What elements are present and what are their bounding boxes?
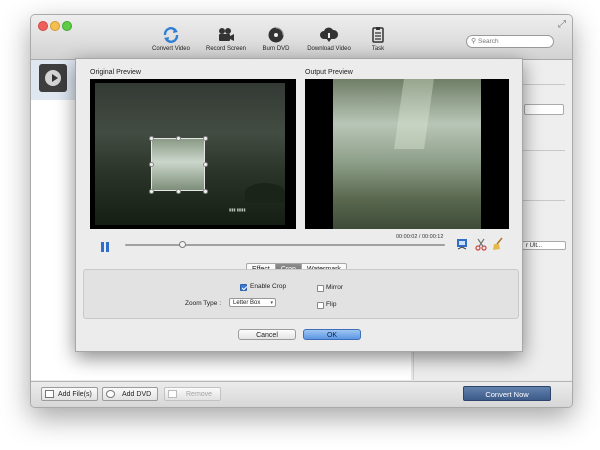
add-files-button[interactable]: Add File(s) <box>41 387 98 401</box>
cloud-download-icon <box>320 27 339 42</box>
video-camera-icon <box>219 28 234 41</box>
settings-field[interactable] <box>524 104 564 115</box>
add-file-icon <box>45 390 54 398</box>
enable-crop-label: Enable Crop <box>250 283 287 290</box>
remove-icon <box>168 390 177 398</box>
crop-handle-top-left[interactable] <box>149 136 154 141</box>
cancel-button[interactable]: Cancel <box>238 329 296 340</box>
search-icon: ⚲ <box>471 38 477 45</box>
preset-select[interactable]: r Ult... <box>522 241 566 250</box>
crop-handle-left[interactable] <box>149 162 154 167</box>
original-video-frame: ▮▮▮ ▮▮▮▮ <box>95 83 285 225</box>
bottom-bar: Add File(s) Add DVD Remove Convert Now <box>31 381 572 407</box>
add-dvd-button[interactable]: Add DVD <box>102 387 158 401</box>
tree-silhouette <box>245 183 285 203</box>
crop-handle-top-right[interactable] <box>203 136 208 141</box>
video-watermark: ▮▮▮ ▮▮▮▮ <box>229 207 246 212</box>
remove-label: Remove <box>186 391 213 398</box>
mirror-checkbox[interactable] <box>317 285 324 292</box>
add-dvd-label: Add DVD <box>122 391 152 398</box>
search-input[interactable] <box>478 36 548 47</box>
zoom-window-button[interactable] <box>62 21 72 31</box>
timecode: 00:00:02 / 00:00:12 <box>396 234 444 240</box>
output-preview-label: Output Preview <box>305 69 353 76</box>
toolbar: ⤢ Convert Video Record Screen Burn DVD D… <box>31 15 572 60</box>
video-thumbnail-icon <box>39 64 67 92</box>
task-button[interactable]: Task <box>345 26 411 52</box>
playback-timeline[interactable] <box>125 244 445 246</box>
playback-scrubber[interactable] <box>179 241 187 248</box>
flip-checkbox[interactable] <box>317 302 324 309</box>
original-preview: ▮▮▮ ▮▮▮▮ <box>90 79 296 229</box>
enable-crop-checkbox[interactable] <box>240 284 247 291</box>
ok-button[interactable]: OK <box>303 329 361 340</box>
output-video-frame <box>333 79 481 229</box>
remove-button[interactable]: Remove <box>164 387 221 401</box>
fullscreen-icon[interactable]: ⤢ <box>558 19 566 30</box>
crop-handle-bottom[interactable] <box>176 189 181 194</box>
crop-handle-top[interactable] <box>176 136 181 141</box>
chevron-updown-icon: ▾ <box>270 300 273 306</box>
pause-icon <box>101 242 104 252</box>
convert-now-button[interactable]: Convert Now <box>463 386 551 401</box>
search-box[interactable]: ⚲ <box>466 35 554 48</box>
pause-button[interactable] <box>99 241 111 253</box>
crop-region[interactable] <box>149 136 208 194</box>
crop-handle-right[interactable] <box>203 162 208 167</box>
task-label: Task <box>371 46 385 52</box>
crop-handle-bottom-right[interactable] <box>203 189 208 194</box>
add-dvd-icon <box>106 390 115 398</box>
scissors-icon[interactable] <box>474 237 488 251</box>
minimize-window-button[interactable] <box>50 21 60 31</box>
mirror-label: Mirror <box>326 284 343 291</box>
add-files-label: Add File(s) <box>58 391 92 398</box>
zoom-type-value: Letter Box <box>233 300 261 306</box>
broom-icon[interactable] <box>491 237 505 251</box>
crop-options-panel: Enable Crop Mirror Zoom Type : Flip <box>83 269 519 319</box>
original-preview-label: Original Preview <box>90 69 141 76</box>
crop-handle-bottom-left[interactable] <box>149 189 154 194</box>
zoom-type-label: Zoom Type : <box>185 300 222 307</box>
disc-icon <box>268 27 284 43</box>
refresh-icon <box>163 27 179 43</box>
crop-tool-icon[interactable] <box>455 237 469 251</box>
close-window-button[interactable] <box>38 21 48 31</box>
crop-dialog: Original Preview Output Preview ▮▮▮ ▮▮▮▮… <box>75 58 523 352</box>
clipboard-icon <box>372 27 384 43</box>
zoom-type-select[interactable]: Letter Box ▾ <box>229 298 276 307</box>
output-preview <box>305 79 509 229</box>
flip-label: Flip <box>326 301 337 308</box>
